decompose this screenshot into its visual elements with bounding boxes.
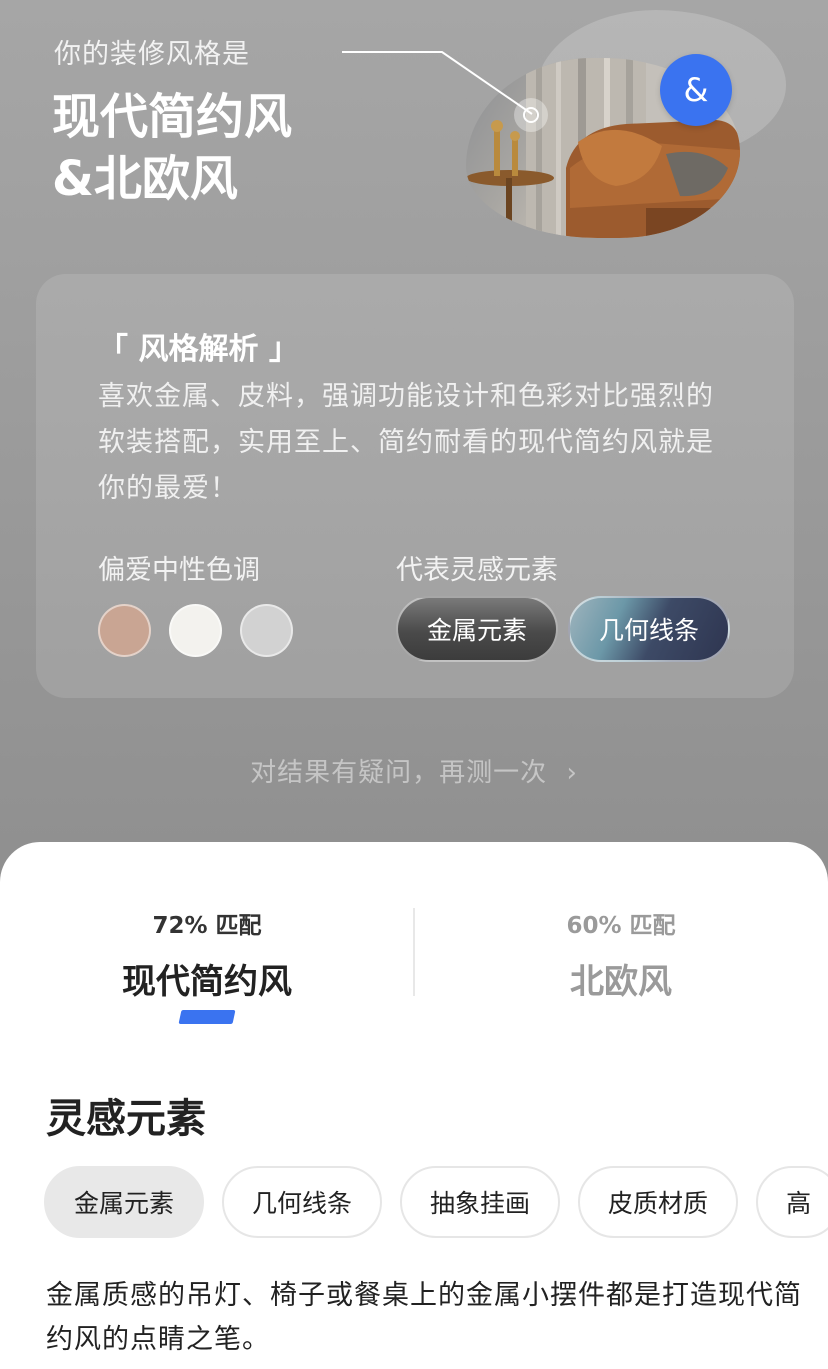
element-pill-geometric[interactable]: 几何线条: [568, 596, 730, 662]
retest-link[interactable]: 对结果有疑问，再测一次 ›: [0, 752, 828, 789]
hotspot-marker[interactable]: [514, 98, 548, 132]
inspiration-elements-label: 代表灵感元素: [396, 555, 558, 586]
color-swatches: [98, 604, 293, 657]
result-title-line-1: 现代简约风: [52, 89, 293, 145]
chip-metal[interactable]: 金属元素: [44, 1166, 205, 1238]
chip-partial[interactable]: 高: [756, 1166, 828, 1238]
analysis-description: 喜欢金属、皮料，强调功能设计和色彩对比强烈的软装搭配，实用至上、简约耐看的现代简…: [98, 381, 714, 504]
inspiration-chip-row: 金属元素 几何线条 抽象挂画 皮质材质 高: [44, 1166, 828, 1238]
match-percent-modern: 72% 匹配: [152, 913, 262, 939]
color-swatch-tan: [98, 604, 151, 657]
result-title: 现代简约风 &北欧风: [52, 86, 292, 210]
style-analysis-card: 「 风格解析 」 喜欢金属、皮料，强调功能设计和色彩对比强烈的软装搭配，实用至上…: [36, 274, 794, 698]
match-style-nordic: 北欧风: [570, 962, 672, 1002]
result-title-line-2: &北欧风: [52, 151, 238, 207]
chevron-right-icon: ›: [566, 758, 578, 788]
element-pill-metal[interactable]: 金属元素: [396, 596, 558, 662]
tab-modern-minimal[interactable]: 72% 匹配 现代简约风: [0, 906, 414, 1003]
inspiration-element-pills: 金属元素 几何线条: [396, 596, 730, 662]
match-style-modern: 现代简约风: [122, 962, 292, 1002]
results-sheet: 72% 匹配 现代简约风 60% 匹配 北欧风 灵感元素 金属元素 几何线条 抽…: [0, 842, 828, 1369]
analysis-heading: 「 风格解析 」: [98, 332, 299, 367]
chip-abstract-art[interactable]: 抽象挂画: [400, 1166, 561, 1238]
chip-leather[interactable]: 皮质材质: [578, 1166, 739, 1238]
color-swatch-gray: [240, 604, 293, 657]
color-swatch-white: [169, 604, 222, 657]
match-percent-nordic: 60% 匹配: [566, 913, 676, 939]
retest-text: 对结果有疑问，再测一次: [250, 758, 548, 788]
active-tab-indicator: [178, 1010, 236, 1024]
tab-nordic[interactable]: 60% 匹配 北欧风: [414, 906, 828, 1003]
result-subtitle: 你的装修风格是: [54, 39, 250, 70]
chip-geometric[interactable]: 几何线条: [222, 1166, 383, 1238]
inspiration-description: 金属质感的吊灯、椅子或餐桌上的金属小摆件都是打造现代简约风的点睛之笔。: [46, 1280, 802, 1355]
ampersand-badge: &: [660, 54, 732, 126]
hotspot-ring-icon: [523, 107, 539, 123]
inspiration-section-title: 灵感元素: [46, 1096, 206, 1142]
color-tone-label: 偏爱中性色调: [98, 555, 260, 586]
